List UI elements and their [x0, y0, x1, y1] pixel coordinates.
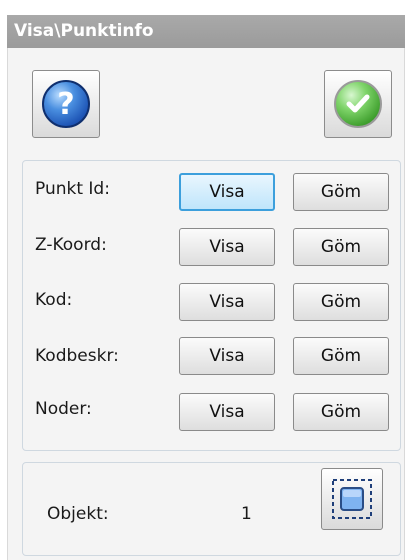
- checkmark-icon: [334, 80, 382, 128]
- help-question-icon: ?: [42, 80, 90, 128]
- row-label-punkt-id: Punkt Id:: [35, 179, 110, 199]
- kodbeskr-hide-button[interactable]: Göm: [293, 337, 389, 375]
- object-count: 1: [241, 504, 252, 524]
- object-label: Objekt:: [47, 504, 109, 524]
- select-objects-button[interactable]: [321, 468, 383, 530]
- row-label-z-koord: Z-Koord:: [35, 235, 107, 255]
- noder-hide-button[interactable]: Göm: [293, 393, 389, 431]
- kodbeskr-show-button[interactable]: Visa: [179, 337, 275, 375]
- object-group: Objekt: 1: [22, 462, 401, 556]
- noder-show-button[interactable]: Visa: [179, 393, 275, 431]
- row-label-kodbeskr: Kodbeskr:: [35, 346, 119, 366]
- window-title: Visa\Punktinfo: [7, 15, 405, 48]
- punktinfo-panel: ? Punkt Id: Visa Göm Z-Koord: Visa Göm K…: [7, 48, 405, 560]
- punkt-id-hide-button[interactable]: Göm: [293, 173, 389, 211]
- kod-hide-button[interactable]: Göm: [293, 283, 389, 321]
- help-button[interactable]: ?: [32, 70, 100, 138]
- point-info-group: Punkt Id: Visa Göm Z-Koord: Visa Göm Kod…: [22, 160, 401, 451]
- z-koord-show-button[interactable]: Visa: [179, 228, 275, 266]
- punkt-id-show-button[interactable]: Visa: [179, 173, 275, 211]
- z-koord-hide-button[interactable]: Göm: [293, 228, 389, 266]
- row-label-kod: Kod:: [35, 290, 73, 310]
- kod-show-button[interactable]: Visa: [179, 283, 275, 321]
- confirm-button[interactable]: [324, 70, 392, 138]
- select-objects-icon: [332, 479, 372, 519]
- row-label-noder: Noder:: [35, 399, 92, 419]
